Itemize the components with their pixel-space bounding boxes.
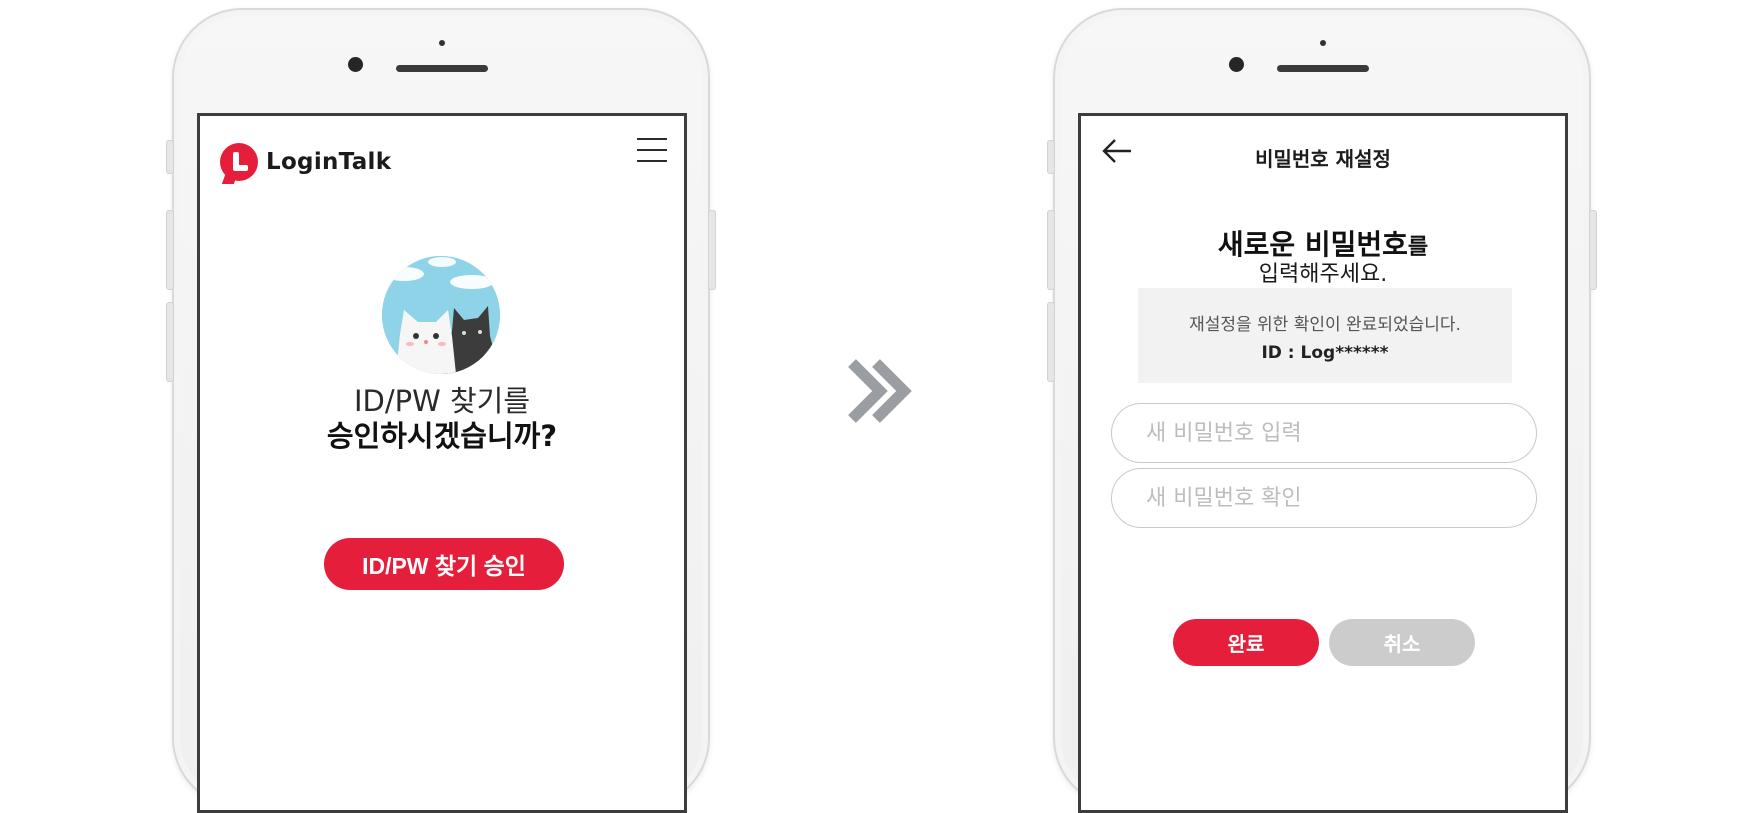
confirm-title-line2: 승인하시겠습니까?: [326, 419, 558, 453]
side-button: [1047, 210, 1055, 290]
side-button: [166, 302, 174, 382]
logo-mark-icon: [220, 143, 258, 181]
screen-left: LoginTalk ID/PW 찾기를 승인하시겠습니까? ID/PW 찾기 승…: [197, 113, 687, 813]
earpiece-speaker: [1277, 65, 1369, 72]
cancel-button[interactable]: 취소: [1329, 619, 1475, 666]
page-title: 비밀번호 재설정: [1255, 147, 1391, 171]
confirm-password-input[interactable]: [1111, 468, 1537, 528]
done-button[interactable]: 완료: [1173, 619, 1319, 666]
phone-frame-right: 비밀번호 재설정 새로운 비밀번호를 입력해주세요. 재설정을 위한 확인이 완…: [1047, 8, 1597, 813]
proximity-sensor: [1320, 40, 1326, 46]
verification-info-box: 재설정을 위한 확인이 완료되었습니다. ID : Log******: [1138, 288, 1512, 383]
logintalk-logo[interactable]: LoginTalk: [220, 143, 391, 181]
side-button: [1047, 140, 1055, 174]
masked-id: ID : Log******: [1261, 343, 1389, 363]
side-button: [166, 140, 174, 174]
double-chevron-right-icon: [848, 359, 912, 423]
new-password-input[interactable]: [1111, 403, 1537, 463]
front-camera: [1229, 57, 1244, 72]
proximity-sensor: [439, 40, 445, 46]
earpiece-speaker: [396, 65, 488, 72]
info-message: 재설정을 위한 확인이 완료되었습니다.: [1189, 315, 1461, 335]
side-button: [166, 210, 174, 290]
cats-illustration: [382, 256, 500, 374]
heading-line2: 입력해주세요.: [1258, 262, 1388, 287]
screen-right: 비밀번호 재설정 새로운 비밀번호를 입력해주세요. 재설정을 위한 확인이 완…: [1078, 113, 1568, 813]
front-camera: [348, 57, 363, 72]
logo-text: LoginTalk: [266, 149, 392, 175]
approve-find-button[interactable]: ID/PW 찾기 승인: [324, 538, 564, 590]
hamburger-icon[interactable]: [637, 136, 667, 164]
side-button: [708, 210, 716, 290]
phone-frame-left: LoginTalk ID/PW 찾기를 승인하시겠습니까? ID/PW 찾기 승…: [166, 8, 716, 813]
side-button: [1047, 302, 1055, 382]
side-button: [1589, 210, 1597, 290]
